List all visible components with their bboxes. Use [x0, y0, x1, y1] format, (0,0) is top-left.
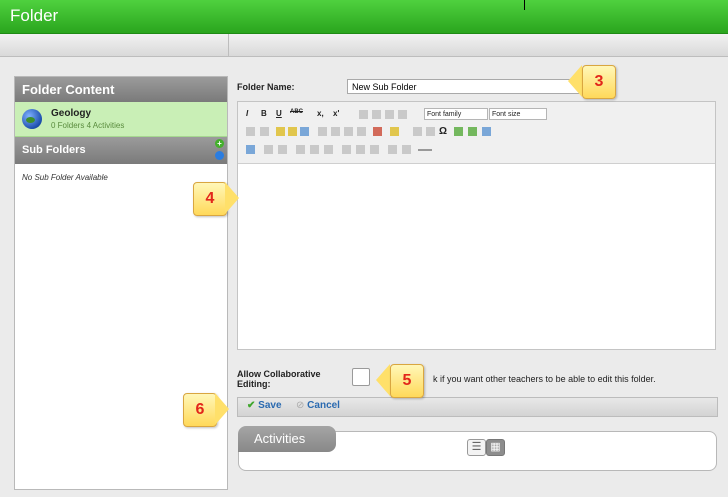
font-family-select[interactable]: Font family [424, 108, 488, 120]
current-folder-item[interactable]: Geology 0 Folders 4 Activities [15, 102, 227, 137]
editor-toolbar: I B U ABC x, x' Font family Font size Ω [238, 102, 715, 164]
collab-description: k if you want other teachers to be able … [433, 374, 656, 384]
edit-html-icon[interactable] [246, 145, 255, 154]
table-cell-icon[interactable] [278, 145, 287, 154]
strip-divider [228, 34, 229, 56]
italic-button[interactable]: I [246, 109, 248, 118]
callout-3: 3 [582, 65, 616, 99]
delete-col-icon[interactable] [370, 145, 379, 154]
undo-icon[interactable] [246, 127, 255, 136]
folder-name-label: Folder Name: [237, 82, 295, 92]
superscript-button[interactable]: x' [333, 109, 339, 118]
titlebar-divider [524, 0, 525, 10]
collab-label: Allow Collaborative Editing: [237, 369, 321, 389]
callout-3-arrow [568, 65, 582, 97]
add-subfolder-icon[interactable]: + [215, 139, 224, 148]
edit-subfolder-icon[interactable] [215, 151, 224, 160]
text-color-icon[interactable] [373, 127, 382, 136]
collab-checkbox[interactable] [352, 368, 370, 386]
special-char-icon[interactable]: Ω [439, 126, 447, 137]
outdent-icon[interactable] [344, 127, 353, 136]
rich-text-editor[interactable]: I B U ABC x, x' Font family Font size Ω [237, 101, 716, 350]
window-titlebar: Folder [0, 0, 728, 34]
globe-icon [22, 109, 42, 129]
cancel-button[interactable]: ⊘ Cancel [296, 400, 340, 411]
delete-row-icon[interactable] [324, 145, 333, 154]
insert-col-before-icon[interactable] [342, 145, 351, 154]
collab-label-line1: Allow Collaborative [237, 369, 321, 379]
callout-4-arrow [225, 182, 239, 214]
table-row-icon[interactable] [264, 145, 273, 154]
folder-content-header: Folder Content [15, 77, 227, 102]
cancel-icon: ⊘ [296, 400, 305, 411]
window-title: Folder [10, 6, 59, 25]
callout-5: 5 [390, 364, 424, 398]
image-icon[interactable] [468, 127, 477, 136]
paste-text-icon[interactable] [288, 127, 297, 136]
numbered-list-icon[interactable] [331, 127, 340, 136]
folder-name-input[interactable] [347, 79, 592, 94]
align-center-icon[interactable] [372, 110, 381, 119]
split-cells-icon[interactable] [388, 145, 397, 154]
subfolders-label: Sub Folders [22, 144, 86, 156]
media-icon[interactable] [454, 127, 463, 136]
horizontal-rule-icon[interactable] [418, 149, 432, 151]
top-toolbar-strip [0, 34, 728, 57]
empty-subfolders-text: No Sub Folder Available [22, 173, 108, 182]
callout-6: 6 [183, 393, 217, 427]
cancel-label: Cancel [307, 400, 340, 411]
subscript-button[interactable]: x, [317, 109, 324, 118]
grid-view-icon[interactable]: ▦ [486, 439, 505, 456]
align-left-icon[interactable] [359, 110, 368, 119]
underline-button[interactable]: U [276, 109, 282, 118]
save-button[interactable]: ✔ Save [247, 400, 282, 411]
save-label: Save [258, 400, 282, 411]
callout-5-arrow [376, 364, 390, 396]
paste-icon[interactable] [276, 127, 285, 136]
align-right-icon[interactable] [385, 110, 394, 119]
unlink-icon[interactable] [426, 127, 435, 136]
folder-stats: 0 Folders 4 Activities [51, 121, 125, 130]
strikethrough-button[interactable]: ABC [290, 109, 303, 115]
redo-icon[interactable] [260, 127, 269, 136]
table-icon[interactable] [482, 127, 491, 136]
callout-6-arrow [215, 393, 229, 425]
link-icon[interactable] [413, 127, 422, 136]
list-view-icon[interactable]: ☰ [467, 439, 486, 456]
spellcheck-icon[interactable] [300, 127, 309, 136]
folder-content-panel: Folder Content Geology 0 Folders 4 Activ… [14, 76, 228, 490]
merge-cells-icon[interactable] [402, 145, 411, 154]
subfolders-header: Sub Folders + [15, 137, 227, 164]
collab-label-line2: Editing: [237, 379, 271, 389]
font-size-select[interactable]: Font size [489, 108, 547, 120]
callout-4: 4 [193, 182, 227, 216]
bullet-list-icon[interactable] [318, 127, 327, 136]
insert-col-after-icon[interactable] [356, 145, 365, 154]
check-icon: ✔ [247, 400, 256, 411]
insert-row-after-icon[interactable] [310, 145, 319, 154]
bold-button[interactable]: B [261, 109, 267, 118]
indent-icon[interactable] [357, 127, 366, 136]
activities-tab[interactable]: Activities [238, 426, 336, 452]
folder-name: Geology [51, 108, 92, 119]
align-justify-icon[interactable] [398, 110, 407, 119]
highlight-color-icon[interactable] [390, 127, 399, 136]
insert-row-before-icon[interactable] [296, 145, 305, 154]
